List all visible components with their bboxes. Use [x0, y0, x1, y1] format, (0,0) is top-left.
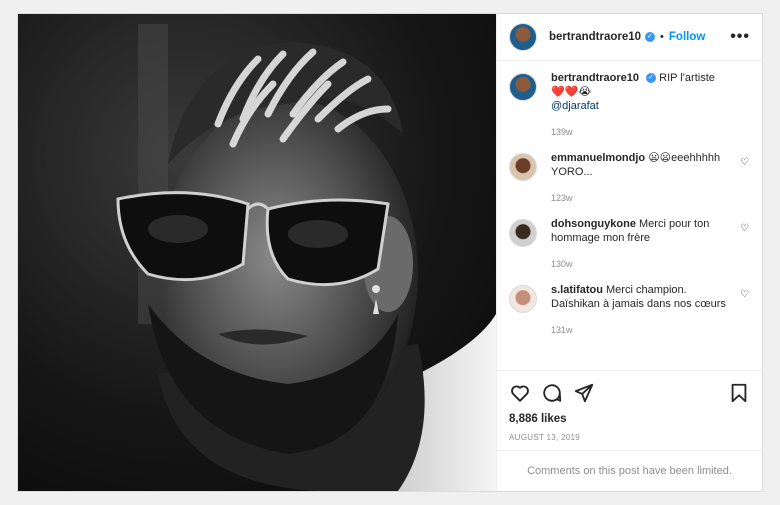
post-actions: 8,886 likes AUGUST 13, 2019 — [497, 370, 762, 450]
comment-username[interactable]: emmanuelmondjo — [551, 152, 645, 164]
heart-icon[interactable] — [509, 382, 531, 404]
verified-badge-icon: ✓ — [645, 32, 656, 42]
comment-text: RIP l'artiste — [659, 72, 715, 84]
verified-badge-icon: ✓ — [646, 73, 657, 84]
comment-time[interactable]: 123w — [551, 191, 728, 205]
post-sidebar: bertrandtraore10 ✓ • Follow ••• bertrand… — [496, 14, 762, 491]
author-avatar[interactable] — [509, 73, 537, 101]
more-options-icon[interactable]: ••• — [730, 28, 750, 46]
author-avatar[interactable] — [509, 23, 537, 51]
separator-dot: • — [660, 31, 664, 43]
comment-username[interactable]: bertrandtraore10 — [551, 72, 639, 84]
caption-comment: bertrandtraore10 ✓ RIP l'artiste ❤️❤️😭 @d… — [509, 71, 750, 139]
post-card: bertrandtraore10 ✓ • Follow ••• bertrand… — [17, 13, 763, 492]
comment-time[interactable]: 130w — [551, 257, 728, 271]
author-username[interactable]: bertrandtraore10 — [549, 31, 641, 43]
post-date[interactable]: AUGUST 13, 2019 — [509, 433, 750, 442]
comment-item: s.latifatou Merci champion. Daïshikan à … — [509, 283, 750, 337]
comment-username[interactable]: dohsonguykone — [551, 218, 636, 230]
comments-limited-notice: Comments on this post have been limited. — [497, 450, 762, 491]
heart-emojis: ❤️❤️😭 — [551, 86, 592, 98]
follow-button[interactable]: Follow — [669, 31, 705, 43]
post-photo[interactable] — [18, 14, 496, 491]
post-header: bertrandtraore10 ✓ • Follow ••• — [497, 14, 762, 61]
portrait-image — [18, 14, 496, 491]
comment-username[interactable]: s.latifatou — [551, 284, 603, 296]
commenter-avatar[interactable] — [509, 285, 537, 313]
comment-icon[interactable] — [541, 382, 563, 404]
comment-time[interactable]: 131w — [551, 323, 728, 337]
comment-time[interactable]: 139w — [551, 125, 728, 139]
commenter-avatar[interactable] — [509, 153, 537, 181]
commenter-avatar[interactable] — [509, 219, 537, 247]
mention-link[interactable]: @djarafat — [551, 100, 599, 112]
comment-like-heart-icon[interactable]: ♡ — [740, 290, 750, 300]
bookmark-icon[interactable] — [728, 382, 750, 404]
action-icons-row — [509, 379, 750, 407]
comment-item: dohsonguykone Merci pour ton hommage mon… — [509, 217, 750, 271]
share-icon[interactable] — [573, 382, 595, 404]
likes-count[interactable]: 8,886 likes — [509, 413, 750, 425]
comment-item: emmanuelmondjo 😦😦eeehhhhh YORO... 123w ♡ — [509, 151, 750, 205]
comment-like-heart-icon[interactable]: ♡ — [740, 158, 750, 168]
comment-like-heart-icon[interactable]: ♡ — [740, 224, 750, 234]
comments-list: bertrandtraore10 ✓ RIP l'artiste ❤️❤️😭 @d… — [497, 61, 762, 370]
